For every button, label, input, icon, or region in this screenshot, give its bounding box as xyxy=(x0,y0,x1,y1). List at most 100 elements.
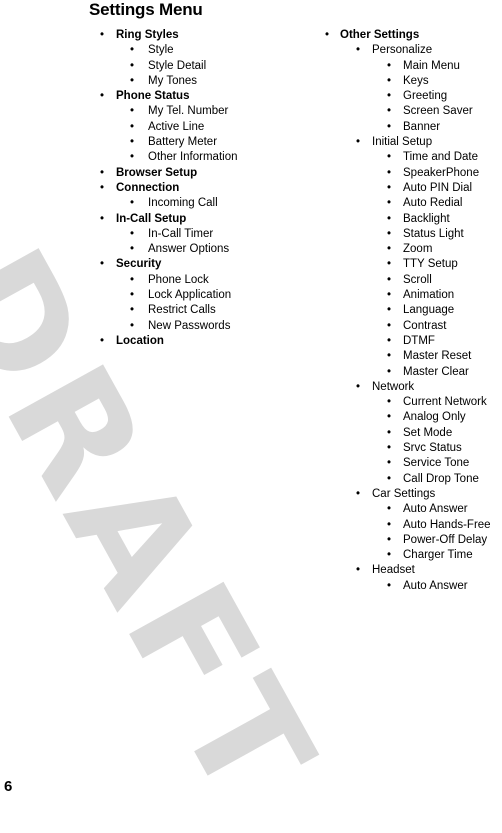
menu-item-label: Current Network xyxy=(403,396,487,409)
page-title: Settings Menu xyxy=(89,0,203,19)
menu-item-label: Auto Hands-Free xyxy=(403,518,491,531)
bullet-icon: • xyxy=(387,304,392,317)
bullet-icon: • xyxy=(356,380,361,393)
bullet-icon: • xyxy=(387,74,392,87)
bullet-icon: • xyxy=(387,227,392,240)
menu-item-label: Master Clear xyxy=(403,365,469,378)
menu-item-label: Browser Setup xyxy=(116,166,198,179)
menu-item: • Restrict Calls xyxy=(96,303,311,318)
menu-item: • Greeting xyxy=(321,89,502,104)
document-page: Settings Menu • Ring Styles • Style • Style D… xyxy=(0,0,502,801)
bullet-icon: • xyxy=(100,212,105,225)
bullet-icon: • xyxy=(387,258,392,271)
bullet-icon: • xyxy=(387,120,392,133)
menu-item: • SpeakerPhone xyxy=(321,166,502,181)
bullet-icon: • xyxy=(387,518,392,531)
bullet-icon: • xyxy=(387,503,392,516)
bullet-icon: • xyxy=(100,29,105,41)
menu-item: • Ring Styles xyxy=(96,28,311,43)
menu-item: • Service Tone xyxy=(321,456,502,471)
menu-item-label: Location xyxy=(116,334,164,347)
menu-item-label: Backlight xyxy=(403,212,450,225)
bullet-icon: • xyxy=(130,105,135,118)
menu-item-label: Headset xyxy=(372,564,415,577)
bullet-icon: • xyxy=(130,289,135,302)
menu-item: • Browser Setup xyxy=(96,166,311,181)
menu-item-label: Phone Lock xyxy=(148,273,209,286)
bullet-icon: • xyxy=(387,365,392,378)
menu-item-label: DTMF xyxy=(403,334,435,347)
menu-item-label: Security xyxy=(116,258,162,271)
menu-item: • Phone Status xyxy=(96,89,311,104)
menu-item-label: In-Call Setup xyxy=(116,212,187,225)
menu-item: • My Tones xyxy=(96,74,311,89)
bullet-icon: • xyxy=(387,273,392,286)
menu-item-label: Animation xyxy=(403,289,455,302)
bullet-icon: • xyxy=(387,197,392,210)
menu-item: • Phone Lock xyxy=(96,273,311,288)
bullet-icon: • xyxy=(130,197,135,210)
bullet-icon: • xyxy=(356,136,361,149)
menu-item: • Auto Answer xyxy=(321,502,502,517)
menu-item: • Status Light xyxy=(321,227,502,242)
menu-item-label: Call Drop Tone xyxy=(403,472,479,485)
menu-item: • Master Reset xyxy=(321,349,502,364)
menu-item: • Backlight xyxy=(321,212,502,227)
menu-item: • Initial Setup xyxy=(321,135,502,150)
menu-item: • Headset xyxy=(321,563,502,578)
menu-item-label: Ring Styles xyxy=(116,29,179,41)
menu-item: • Auto Hands-Free xyxy=(321,518,502,533)
menu-item-label: Other Information xyxy=(148,151,238,164)
menu-item-label: Auto Answer xyxy=(403,579,468,592)
menu-item: • Animation xyxy=(321,288,502,303)
menu-item: • Main Menu xyxy=(321,59,502,74)
menu-item: • Keys xyxy=(321,74,502,89)
menu-item: • Personalize xyxy=(321,43,502,58)
menu-item: • TTY Setup xyxy=(321,257,502,272)
bullet-icon: • xyxy=(356,44,361,57)
bullet-icon: • xyxy=(387,426,392,439)
menu-item: • Zoom xyxy=(321,242,502,257)
bullet-icon: • xyxy=(100,90,105,103)
menu-item-label: Set Mode xyxy=(403,426,453,439)
menu-item-label: Style Detail xyxy=(148,59,207,72)
menu-item-label: Greeting xyxy=(403,90,448,103)
bullet-icon: • xyxy=(387,243,392,256)
menu-item: • Auto PIN Dial xyxy=(321,181,502,196)
menu-item: • DTMF xyxy=(321,334,502,349)
bullet-icon: • xyxy=(130,59,135,72)
menu-item-label: Status Light xyxy=(403,227,464,240)
bullet-icon: • xyxy=(387,59,392,72)
menu-item-label: Initial Setup xyxy=(372,136,433,149)
menu-item-label: Zoom xyxy=(403,243,433,256)
bullet-icon: • xyxy=(356,487,361,500)
menu-item: • Active Line xyxy=(96,120,311,135)
menu-item: • Location xyxy=(96,334,311,349)
bullet-icon: • xyxy=(387,166,392,179)
bullet-icon: • xyxy=(130,151,135,164)
menu-item-label: Screen Saver xyxy=(403,105,473,118)
bullet-icon: • xyxy=(387,549,392,562)
menu-item: • Answer Options xyxy=(96,242,311,257)
menu-item-label: Lock Application xyxy=(148,289,232,302)
menu-item-label: In-Call Timer xyxy=(148,227,214,240)
bullet-icon: • xyxy=(100,334,105,347)
menu-item: • Current Network xyxy=(321,395,502,410)
menu-item: • Connection xyxy=(96,181,311,196)
menu-item-label: Restrict Calls xyxy=(148,304,216,317)
bullet-icon: • xyxy=(387,350,392,363)
menu-item: • Analog Only xyxy=(321,410,502,425)
menu-item-label: Scroll xyxy=(403,273,432,286)
menu-column-left: • Ring Styles • Style • Style Detail • My Tones… xyxy=(96,28,311,349)
menu-item-label: Service Tone xyxy=(403,457,470,470)
menu-item: • In-Call Setup xyxy=(96,212,311,227)
bullet-icon: • xyxy=(387,289,392,302)
menu-item-label: Connection xyxy=(116,181,180,194)
menu-item-label: Analog Only xyxy=(403,411,466,424)
bullet-icon: • xyxy=(130,273,135,286)
menu-item-label: Style xyxy=(148,44,174,57)
menu-item: • Power-Off Delay xyxy=(321,533,502,548)
bullet-icon: • xyxy=(130,227,135,240)
menu-item-label: SpeakerPhone xyxy=(403,166,480,179)
bullet-icon: • xyxy=(130,243,135,256)
